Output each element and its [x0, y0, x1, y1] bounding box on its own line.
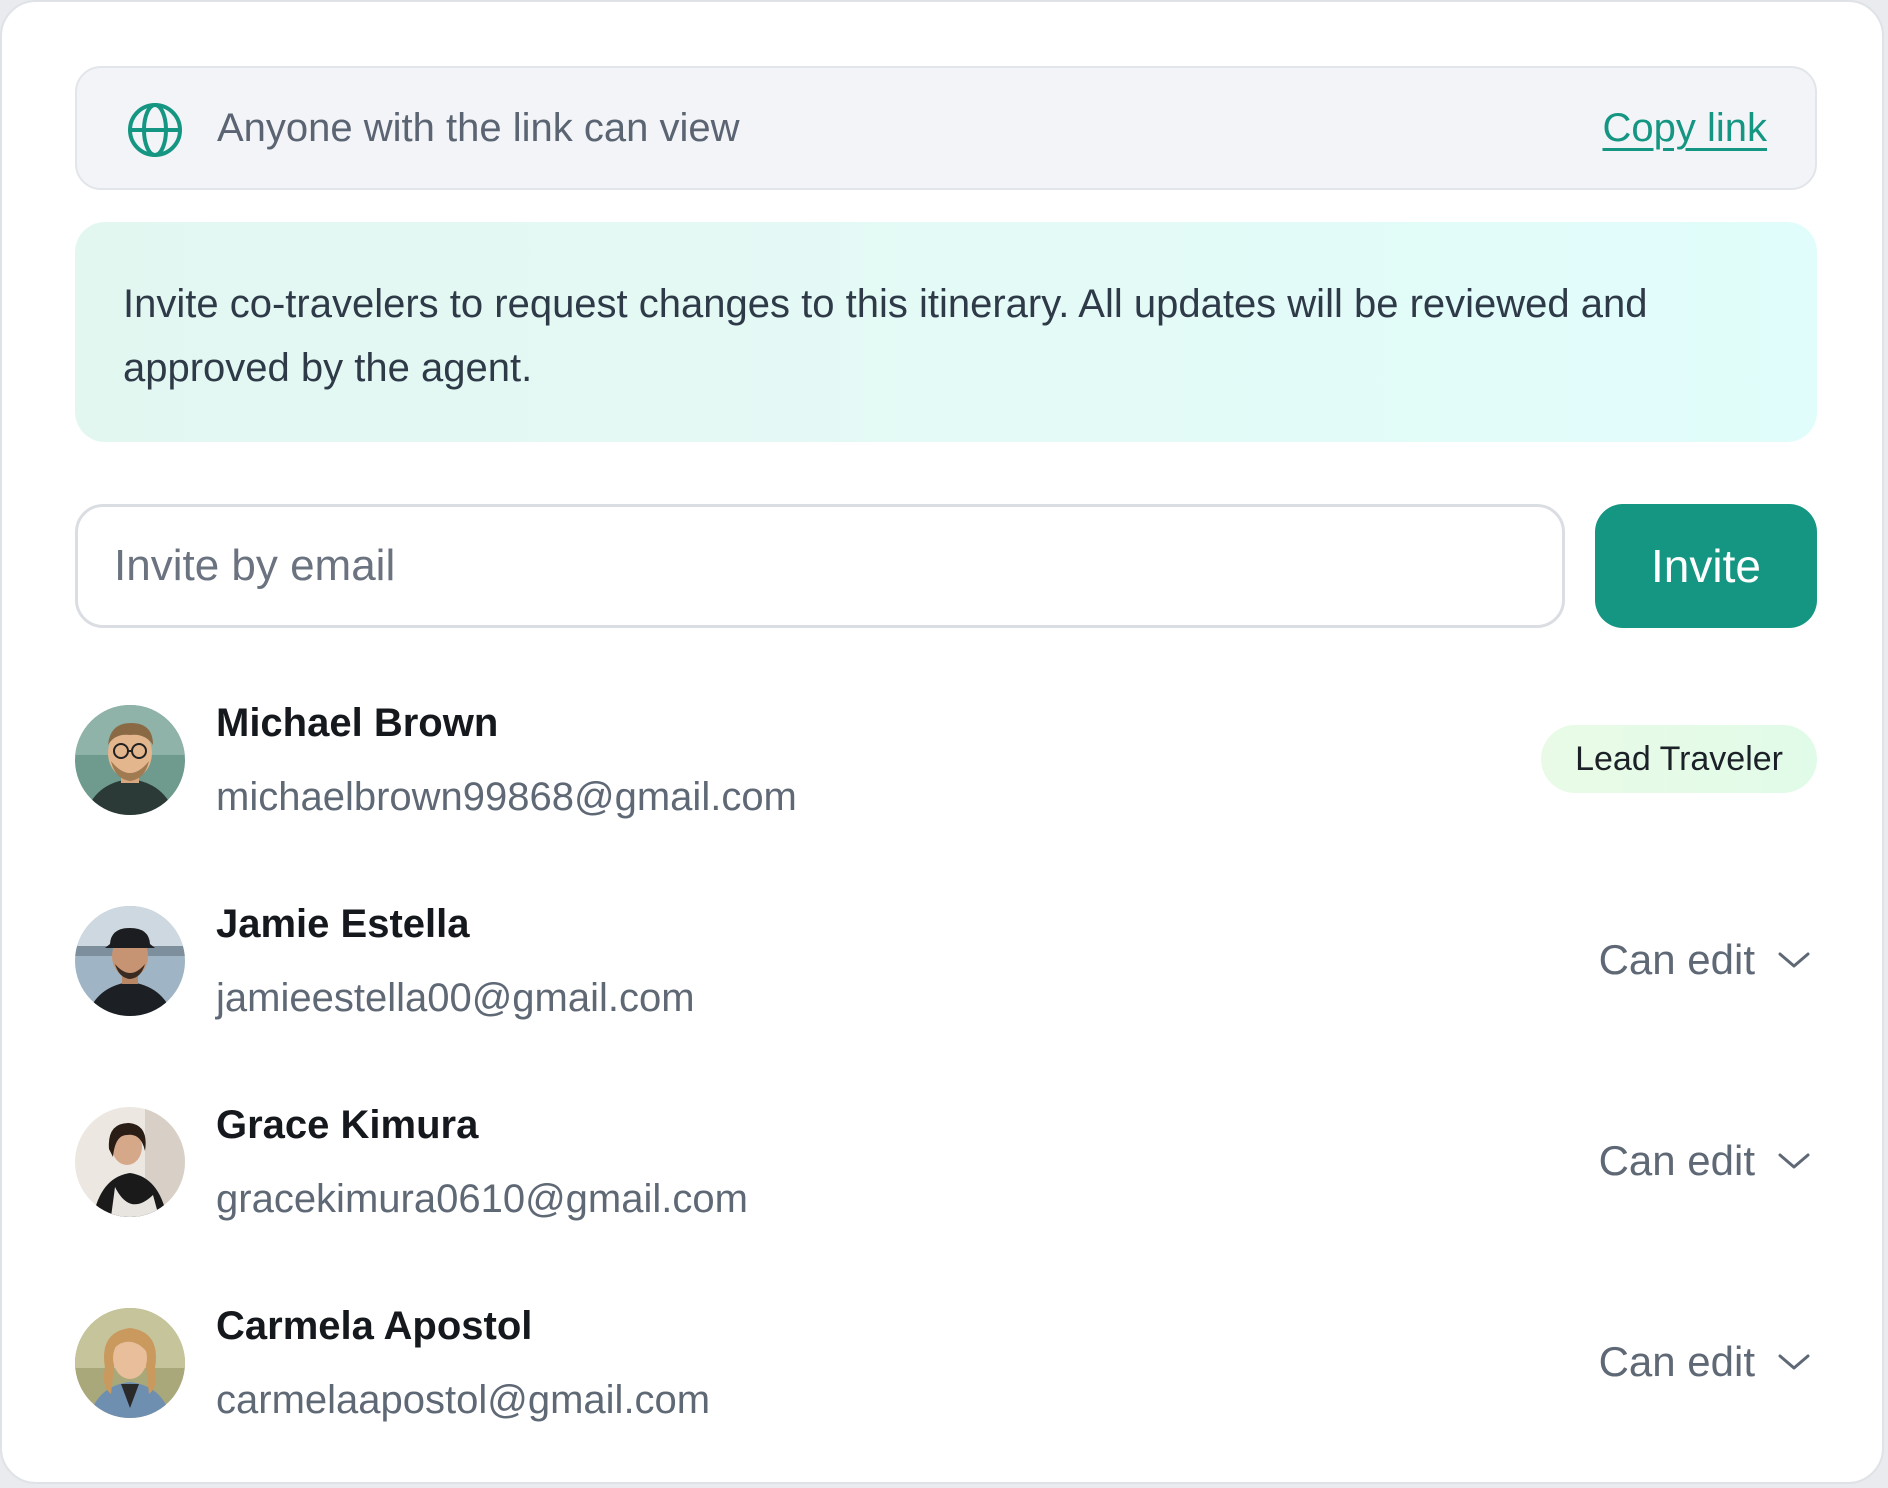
member-email: carmelaapostol@gmail.com: [216, 1378, 711, 1422]
invite-email-input[interactable]: [75, 504, 1565, 628]
member-email: gracekimura0610@gmail.com: [216, 1177, 748, 1221]
info-notice: Invite co-travelers to request changes t…: [75, 222, 1817, 442]
share-link-bar: Anyone with the link can view Copy link: [75, 66, 1817, 190]
member-email: michaelbrown99868@gmail.com: [216, 775, 797, 819]
avatar: [75, 906, 185, 1016]
permission-dropdown[interactable]: Can edit: [1599, 1332, 1817, 1392]
member-row: Grace Kimura gracekimura0610@gmail.com C…: [75, 1103, 1817, 1237]
member-name: Carmela Apostol: [216, 1304, 533, 1348]
info-notice-text: Invite co-travelers to request changes t…: [123, 282, 1648, 390]
member-name: Grace Kimura: [216, 1103, 479, 1147]
avatar: [75, 1107, 185, 1217]
share-dialog: Anyone with the link can view Copy link …: [0, 0, 1884, 1484]
avatar: [75, 1308, 185, 1418]
avatar: [75, 705, 185, 815]
role-badge: Lead Traveler: [1541, 725, 1817, 793]
member-email: jamieestella00@gmail.com: [216, 976, 695, 1020]
invite-button[interactable]: Invite: [1595, 504, 1817, 628]
permission-label: Can edit: [1598, 1338, 1755, 1385]
member-row: Michael Brown michaelbrown99868@gmail.co…: [75, 701, 1817, 835]
chevron-down-icon: [1778, 1153, 1810, 1169]
member-row: Jamie Estella jamieestella00@gmail.com C…: [75, 902, 1817, 1036]
chevron-down-icon: [1778, 1354, 1810, 1370]
globe-icon: [128, 103, 182, 157]
permission-label: Can edit: [1598, 936, 1755, 983]
copy-link-button[interactable]: Copy link: [1602, 68, 1767, 188]
chevron-down-icon: [1778, 952, 1810, 968]
member-name: Jamie Estella: [216, 902, 470, 946]
member-name: Michael Brown: [216, 701, 499, 745]
permission-dropdown[interactable]: Can edit: [1599, 930, 1817, 990]
share-link-description: Anyone with the link can view: [217, 106, 740, 150]
member-row: Carmela Apostol carmelaapostol@gmail.com…: [75, 1304, 1817, 1438]
permission-dropdown[interactable]: Can edit: [1599, 1131, 1817, 1191]
permission-label: Can edit: [1598, 1137, 1755, 1184]
